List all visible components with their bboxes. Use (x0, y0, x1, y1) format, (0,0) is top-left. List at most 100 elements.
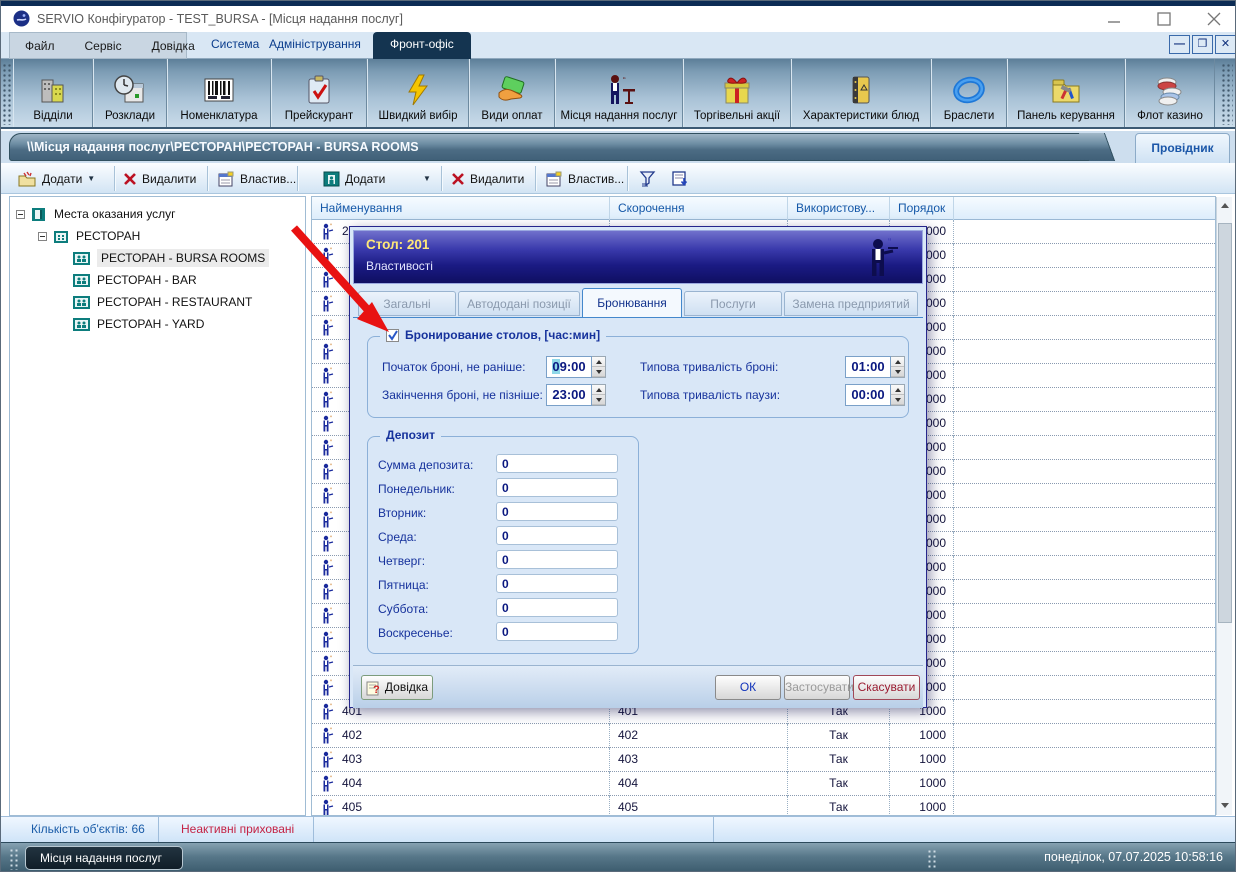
ok-button[interactable]: ОК (715, 675, 781, 700)
toolbar-grip-right[interactable] (1221, 63, 1233, 125)
app-window: SERVIO Конфігуратор - TEST_BURSA - [Місц… (0, 0, 1236, 872)
svg-text:“: “ (330, 296, 332, 302)
table-row[interactable]: “403 403 Так 1000 (312, 748, 1215, 772)
tray-grip[interactable] (927, 849, 937, 869)
toolbar-quick-select[interactable]: Швидкий вибір (367, 59, 469, 127)
service-places-node-icon (31, 207, 48, 222)
tree-item-yard[interactable]: РЕСТОРАН - YARD (72, 313, 204, 335)
layout-button[interactable] (667, 167, 693, 190)
scroll-up-icon[interactable] (1218, 198, 1232, 213)
scroll-down-icon[interactable] (1218, 798, 1232, 813)
spinner-arrows-icon[interactable] (891, 356, 905, 378)
deposit-input[interactable] (496, 526, 618, 545)
collapse-icon[interactable] (38, 232, 47, 241)
dialog-title: Стол: 201 (366, 237, 429, 252)
booking-end-spinner[interactable]: 23:00 (546, 384, 606, 406)
spinner-arrows-icon[interactable] (592, 384, 606, 406)
filter-button[interactable] (635, 167, 661, 190)
tree-add-button[interactable]: Додати ▼ (13, 167, 99, 190)
table-delete-button[interactable]: Видалити (447, 167, 528, 190)
table-row[interactable]: “405 405 Так 1000 (312, 796, 1215, 816)
tree-item-bursa-rooms[interactable]: РЕСТОРАН - BURSA ROOMS (72, 247, 269, 269)
deposit-input[interactable] (496, 574, 618, 593)
tree-item-bar[interactable]: РЕСТОРАН - BAR (72, 269, 197, 291)
apply-button[interactable]: Застосувати (784, 675, 850, 700)
col-name[interactable]: Найменування (312, 197, 610, 220)
deposit-input[interactable] (496, 502, 618, 521)
toolbar-dish-properties[interactable]: Характеристики блюд (791, 59, 931, 127)
mdi-minimize-icon[interactable]: — (1169, 35, 1190, 54)
booking-checkbox[interactable] (386, 329, 399, 342)
table-add-button[interactable]: Додати (319, 167, 389, 190)
tree-delete-button[interactable]: Видалити (119, 167, 200, 190)
menu-front-office-tab[interactable]: Фронт-офіс (373, 32, 471, 59)
help-button[interactable]: ? Довідка (361, 675, 433, 700)
tab-enterprise-change[interactable]: Замена предприятий (784, 291, 918, 316)
booking-pause-spinner[interactable]: 00:00 (845, 384, 905, 406)
table-add-dropdown[interactable]: ▼ (419, 167, 435, 190)
close-window-icon[interactable] (1199, 10, 1229, 28)
menu-system[interactable]: Система (211, 37, 259, 51)
toolbar-departments[interactable]: Відділи (13, 59, 93, 127)
taskbar-grip[interactable] (9, 848, 19, 870)
menu-help[interactable]: Довідка (137, 34, 210, 58)
menu-service[interactable]: Сервіс (70, 34, 137, 58)
toolbar-service-places[interactable]: “ Місця надання послуг (555, 59, 683, 127)
dialog-body: Бронирование столов, [час:мин] Початок б… (353, 317, 923, 665)
toolbar-nomenclature[interactable]: Номенклатура (167, 59, 271, 127)
deposit-input[interactable] (496, 550, 618, 569)
svg-text:“: “ (330, 680, 332, 686)
add-dropdown-icon[interactable]: ▼ (87, 174, 95, 183)
delete-x-icon (451, 172, 465, 186)
spinner-arrows-icon[interactable] (891, 384, 905, 406)
toolbar-bracelets[interactable]: Браслети (931, 59, 1007, 127)
tab-explorer[interactable]: Провідник (1135, 133, 1230, 163)
table-scrollbar[interactable] (1216, 197, 1232, 815)
toolbar-pricelist[interactable]: Прейскурант (271, 59, 367, 127)
toolbar-grip-left[interactable] (2, 63, 11, 125)
mdi-close-icon[interactable]: ✕ (1215, 35, 1236, 54)
dialog-header[interactable]: Стол: 201 Властивості “ (353, 230, 923, 284)
tab-booking[interactable]: Бронювання (582, 288, 682, 317)
col-abbr[interactable]: Скорочення (610, 197, 788, 220)
deposit-input[interactable] (496, 478, 618, 497)
tree-item-restaurant[interactable]: РЕСТОРАН (38, 225, 140, 247)
tab-autoadded[interactable]: Автододані позиції (458, 291, 580, 316)
deposit-input[interactable] (496, 598, 618, 617)
main-toolbar: Відділи Розклади Номенклатура Прейскуран… (1, 59, 1236, 129)
menu-administration[interactable]: Адміністрування (269, 37, 361, 51)
tree-properties-button[interactable]: Властив... (213, 167, 300, 190)
table-row[interactable]: “404 404 Так 1000 (312, 772, 1215, 796)
svg-text:“: “ (623, 76, 626, 85)
booking-start-spinner[interactable]: 09:00 (546, 356, 606, 378)
col-uses[interactable]: Використову... (788, 197, 890, 220)
cancel-button[interactable]: Скасувати (853, 675, 920, 700)
col-order[interactable]: Порядок (890, 197, 954, 220)
spinner-arrows-icon[interactable] (592, 356, 606, 378)
waiter-icon: “ (319, 775, 335, 792)
tab-services[interactable]: Послуги (684, 291, 782, 316)
tree-item-root[interactable]: Места оказания услуг (16, 203, 175, 225)
maximize-window-icon[interactable] (1149, 10, 1179, 28)
menu-file[interactable]: Файл (10, 34, 70, 58)
mdi-restore-icon[interactable]: ❐ (1192, 35, 1213, 54)
deposit-input[interactable] (496, 622, 618, 641)
table-properties-button[interactable]: Властив... (541, 167, 628, 190)
toolbar-promotions[interactable]: Торгівельні акції (683, 59, 791, 127)
deposit-field-row: Среда: (368, 525, 638, 549)
properties-form-icon (545, 171, 563, 187)
scrollbar-thumb[interactable] (1218, 223, 1232, 623)
toolbar-casino-fleet[interactable]: Флот казино (1125, 59, 1215, 127)
waiter-icon: “ (319, 439, 335, 456)
deposit-input[interactable] (496, 454, 618, 473)
toolbar-schedules[interactable]: Розклади (93, 59, 167, 127)
tree-item-restaurant-hall[interactable]: РЕСТОРАН - RESTAURANT (72, 291, 252, 313)
toolbar-payment-types[interactable]: Види оплат (469, 59, 555, 127)
toolbar-control-panel[interactable]: Панель керування (1007, 59, 1125, 127)
booking-duration-spinner[interactable]: 01:00 (845, 356, 905, 378)
table-row[interactable]: “402 402 Так 1000 (312, 724, 1215, 748)
minimize-window-icon[interactable] (1099, 10, 1129, 28)
collapse-icon[interactable] (16, 210, 25, 219)
taskbar-window-button[interactable]: Місця надання послуг (25, 846, 183, 870)
tab-general[interactable]: Загальні (358, 291, 456, 316)
